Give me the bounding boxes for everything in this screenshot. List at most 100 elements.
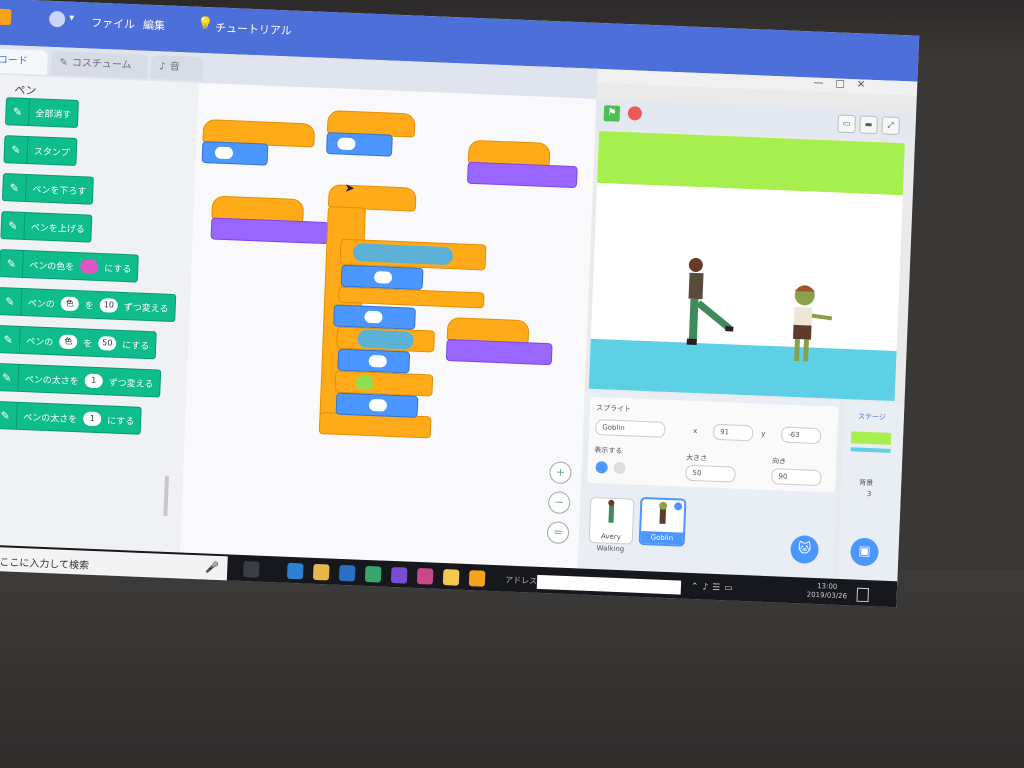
value-input[interactable] bbox=[368, 398, 388, 412]
scratch-app-icon[interactable] bbox=[468, 570, 486, 587]
pen-icon: ✎ bbox=[0, 250, 24, 277]
small-stage-icon[interactable]: ▭ bbox=[837, 114, 857, 134]
tab-sounds[interactable]: ♪ 音 bbox=[150, 54, 204, 82]
looks-switch-costume-block[interactable] bbox=[466, 161, 578, 189]
fullscreen-icon[interactable]: ⤢ bbox=[881, 116, 900, 136]
menu-file[interactable]: ファイル bbox=[91, 14, 136, 32]
looks-switch-costume-block[interactable] bbox=[445, 339, 553, 366]
tab-sounds-label: 音 bbox=[169, 61, 180, 74]
backdrops-label: 背景 bbox=[859, 478, 874, 488]
microphone-icon[interactable]: 🎤 bbox=[205, 561, 219, 575]
tab-costumes-label: コスチューム bbox=[71, 57, 132, 72]
app-icon[interactable] bbox=[364, 565, 382, 583]
size-label: 大きさ bbox=[685, 453, 708, 463]
large-stage-icon[interactable]: ▬ bbox=[859, 115, 878, 135]
speaker-icon: ♪ bbox=[159, 61, 166, 73]
mouse-cursor-icon: ➤ bbox=[344, 180, 356, 196]
y-field[interactable]: -63 bbox=[780, 426, 822, 445]
stage-label: ステージ bbox=[857, 412, 886, 422]
palette-section-pen: ペン bbox=[14, 83, 37, 98]
language-globe-icon[interactable] bbox=[48, 10, 66, 28]
sensing-condition[interactable] bbox=[357, 329, 414, 350]
avery-thumb-icon bbox=[608, 499, 615, 523]
sensing-condition[interactable] bbox=[352, 243, 454, 266]
motion-block[interactable] bbox=[335, 392, 419, 418]
pen-block-pen-down[interactable]: ✎ ペンを下ろす bbox=[1, 173, 94, 205]
outlook-icon[interactable] bbox=[338, 564, 356, 582]
stage-thumbnail-floor bbox=[850, 447, 891, 453]
sprite-thumbnail-avery[interactable]: Avery Walking bbox=[588, 496, 635, 553]
pen-block-pen-up[interactable]: ✎ ペンを上げる bbox=[0, 211, 93, 243]
pen-icon: ✎ bbox=[1, 212, 26, 239]
pen-icon: ✎ bbox=[0, 401, 18, 429]
lightbulb-icon: 💡 bbox=[196, 16, 214, 33]
file-explorer-icon[interactable] bbox=[312, 563, 330, 581]
pen-block-clear[interactable]: ✎ 全部消す bbox=[4, 97, 79, 129]
pen-icon: ✎ bbox=[5, 98, 30, 126]
pen-icon: ✎ bbox=[0, 363, 20, 391]
value-input[interactable] bbox=[214, 146, 234, 160]
value-input[interactable]: 1 bbox=[82, 411, 102, 427]
direction-label: 向き bbox=[771, 457, 787, 466]
pen-block-set-size[interactable]: ✎ ペンの太さを 1 にする bbox=[0, 400, 142, 435]
motion-block[interactable] bbox=[326, 132, 393, 157]
pen-icon: ✎ bbox=[2, 174, 27, 202]
motion-block[interactable] bbox=[201, 141, 269, 166]
param-dropdown[interactable]: 色 bbox=[59, 334, 78, 350]
menu-edit[interactable]: 編集 bbox=[143, 17, 166, 34]
menu-tutorials[interactable]: チュートリアル bbox=[215, 19, 292, 38]
chevron-down-icon: ▾ bbox=[69, 12, 75, 24]
param-dropdown[interactable]: 色 bbox=[60, 296, 80, 312]
sprite-label: スプライト bbox=[595, 404, 632, 414]
window-controls[interactable]: —□✕ bbox=[813, 78, 877, 92]
pen-icon: ✎ bbox=[0, 325, 21, 353]
sprite-name-field[interactable]: Goblin bbox=[594, 419, 666, 438]
scratch-logo[interactable] bbox=[0, 8, 12, 26]
color-picker[interactable] bbox=[80, 259, 99, 274]
value-input[interactable] bbox=[373, 271, 393, 284]
system-tray-icons[interactable]: ⌃♪☰▭ bbox=[691, 582, 737, 594]
size-field[interactable]: 50 bbox=[685, 464, 736, 483]
sensing-color-condition[interactable] bbox=[355, 375, 375, 391]
pen-block-stamp[interactable]: ✎ スタンプ bbox=[3, 135, 78, 166]
tab-code-label: コード bbox=[0, 54, 29, 67]
taskbar-clock[interactable]: 13:00 2019/03/26 bbox=[807, 582, 848, 602]
edge-icon[interactable] bbox=[286, 562, 304, 580]
lightbulb-app-icon[interactable] bbox=[442, 569, 460, 586]
sprite-thumbnail-goblin[interactable]: Goblin bbox=[638, 496, 687, 547]
backdrops-count: 3 bbox=[866, 489, 872, 499]
address-label: アドレス bbox=[504, 575, 538, 586]
value-input[interactable] bbox=[364, 310, 383, 324]
value-input[interactable] bbox=[337, 137, 356, 151]
motion-block[interactable] bbox=[337, 348, 411, 374]
app-icon[interactable] bbox=[390, 566, 408, 584]
pen-block-set-color[interactable]: ✎ ペンの色を にする bbox=[0, 249, 139, 283]
motion-block[interactable] bbox=[340, 264, 424, 290]
avery-walking-sprite[interactable] bbox=[678, 254, 738, 352]
goblin-sprite[interactable] bbox=[784, 281, 841, 369]
projected-screen: ▾ ファイル 編集 💡 チュートリアル —□✕ ≡コード ✎コスチューム ♪音 … bbox=[0, 0, 920, 608]
motion-block[interactable] bbox=[333, 304, 416, 330]
looks-switch-costume-block[interactable] bbox=[210, 217, 330, 245]
value-input[interactable]: 1 bbox=[84, 373, 104, 389]
stage-thumbnail bbox=[850, 431, 892, 445]
show-visible-icon[interactable] bbox=[595, 461, 608, 474]
tab-costumes[interactable]: ✎ コスチューム bbox=[50, 50, 148, 79]
sprite-info: スプライト Goblin x 91 y -63 表示する 大きさ 50 向き 9… bbox=[587, 396, 839, 493]
pen-icon: ✎ bbox=[0, 288, 23, 315]
notification-icon[interactable] bbox=[856, 587, 870, 603]
value-input[interactable]: 50 bbox=[97, 336, 117, 351]
direction-field[interactable]: 90 bbox=[771, 468, 822, 487]
app-icon[interactable] bbox=[416, 568, 434, 585]
tab-code[interactable]: ≡コード bbox=[0, 47, 48, 75]
value-input[interactable] bbox=[368, 354, 387, 368]
value-input[interactable]: 10 bbox=[99, 298, 119, 313]
task-view-icon[interactable] bbox=[242, 561, 260, 578]
brush-icon: ✎ bbox=[59, 57, 69, 69]
show-label: 表示する bbox=[594, 446, 623, 456]
pen-icon: ✎ bbox=[4, 136, 29, 164]
y-label: y bbox=[760, 429, 766, 438]
show-hidden-icon[interactable] bbox=[613, 461, 626, 475]
x-field[interactable]: 91 bbox=[712, 423, 754, 442]
green-flag-icon[interactable]: ⚑ bbox=[603, 105, 621, 122]
